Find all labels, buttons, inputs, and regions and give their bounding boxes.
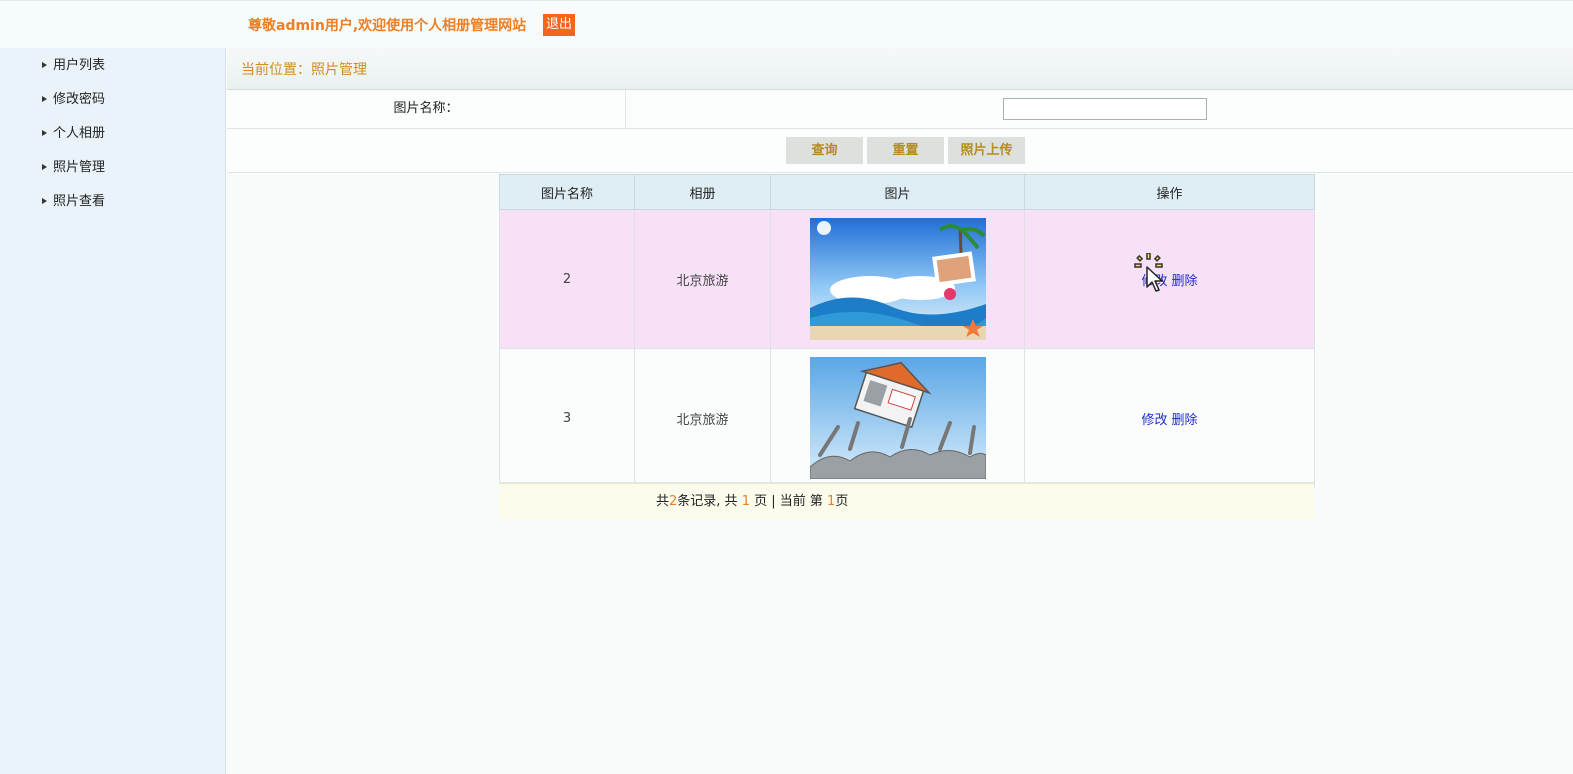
sidebar-item-photo-management[interactable]: 照片管理 <box>42 157 105 179</box>
total-pages: 1 <box>741 494 750 509</box>
image-cell <box>770 348 1025 488</box>
column-header-photo-name: 图片名称 <box>499 174 635 210</box>
sidebar: 用户列表 修改密码 个人相册 照片管理 照片查看 <box>0 48 226 774</box>
triangle-right-icon <box>42 95 47 102</box>
delete-link[interactable]: 删除 <box>1172 274 1198 289</box>
image-cell <box>770 209 1025 349</box>
album-cell: 北京旅游 <box>634 209 771 349</box>
album-cell: 北京旅游 <box>634 348 771 488</box>
pager-text: 页 | 当前 第 <box>749 494 828 509</box>
sidebar-item-change-password[interactable]: 修改密码 <box>42 89 105 111</box>
triangle-right-icon <box>42 163 47 170</box>
table-header-row: 图片名称 相册 图片 操作 <box>499 174 1315 210</box>
table-row: 3 北京旅游 修改 删除 <box>499 348 1315 488</box>
beach-holiday-photo[interactable] <box>809 218 986 340</box>
reset-button[interactable]: 重置 <box>867 137 944 164</box>
actions-cell: 修改 删除 <box>1024 209 1315 349</box>
sidebar-item-photo-view[interactable]: 照片查看 <box>42 191 105 213</box>
breadcrumb-bar: 当前位置：照片管理 <box>227 48 1573 90</box>
pager-text: 条记录, 共 <box>677 494 742 509</box>
sidebar-item-label: 修改密码 <box>53 92 106 107</box>
photo-name-cell: 2 <box>499 209 635 349</box>
upload-photo-button[interactable]: 照片上传 <box>948 137 1025 164</box>
logout-button[interactable]: 退出 <box>543 14 576 36</box>
triangle-right-icon <box>42 129 47 136</box>
triangle-right-icon <box>42 197 47 204</box>
sidebar-item-label: 照片管理 <box>53 160 106 175</box>
triangle-right-icon <box>42 61 47 68</box>
edit-link[interactable]: 修改 <box>1141 413 1167 428</box>
edit-link[interactable]: 修改 <box>1141 274 1167 289</box>
search-label: 图片名称： <box>227 90 626 128</box>
pager-text: 页 <box>835 494 849 509</box>
top-header: 尊敬admin用户,欢迎使用个人相册管理网站 退出 <box>0 0 1573 48</box>
photo-table: 图片名称 相册 图片 操作 2 北京旅游 修改 删除 3 北京旅游 修改 删除 <box>499 174 1315 488</box>
pager-text: 共 <box>656 494 670 509</box>
column-header-album: 相册 <box>634 174 771 210</box>
photo-name-cell: 3 <box>499 348 635 488</box>
welcome-message: 尊敬admin用户,欢迎使用个人相册管理网站 <box>248 18 527 34</box>
main-content: 当前位置：照片管理 图片名称： 查询 重置 照片上传 图片名称 相册 图片 操作… <box>227 48 1573 774</box>
column-header-actions: 操作 <box>1024 174 1315 210</box>
query-button[interactable]: 查询 <box>786 137 863 164</box>
sidebar-item-label: 个人相册 <box>53 126 106 141</box>
actions-cell: 修改 删除 <box>1024 348 1315 488</box>
cartoon-house-cheering-crowd[interactable] <box>809 357 986 479</box>
sidebar-item-label: 用户列表 <box>53 58 106 73</box>
button-row: 查询 重置 照片上传 <box>227 129 1573 173</box>
pagination-bar: 共2条记录, 共 1 页 | 当前 第 1页 <box>499 482 1314 520</box>
photo-name-search-input[interactable] <box>1003 98 1207 120</box>
delete-link[interactable]: 删除 <box>1172 413 1198 428</box>
pagination-summary: 共2条记录, 共 1 页 | 当前 第 1页 <box>656 484 848 520</box>
search-form-row: 图片名称： <box>227 90 1573 129</box>
breadcrumb: 当前位置：照片管理 <box>241 62 367 78</box>
table-row: 2 北京旅游 修改 删除 <box>499 209 1315 349</box>
sidebar-item-personal-album[interactable]: 个人相册 <box>42 123 105 145</box>
sidebar-item-label: 照片查看 <box>53 194 106 209</box>
column-header-image: 图片 <box>770 174 1025 210</box>
sidebar-item-user-list[interactable]: 用户列表 <box>42 55 105 77</box>
